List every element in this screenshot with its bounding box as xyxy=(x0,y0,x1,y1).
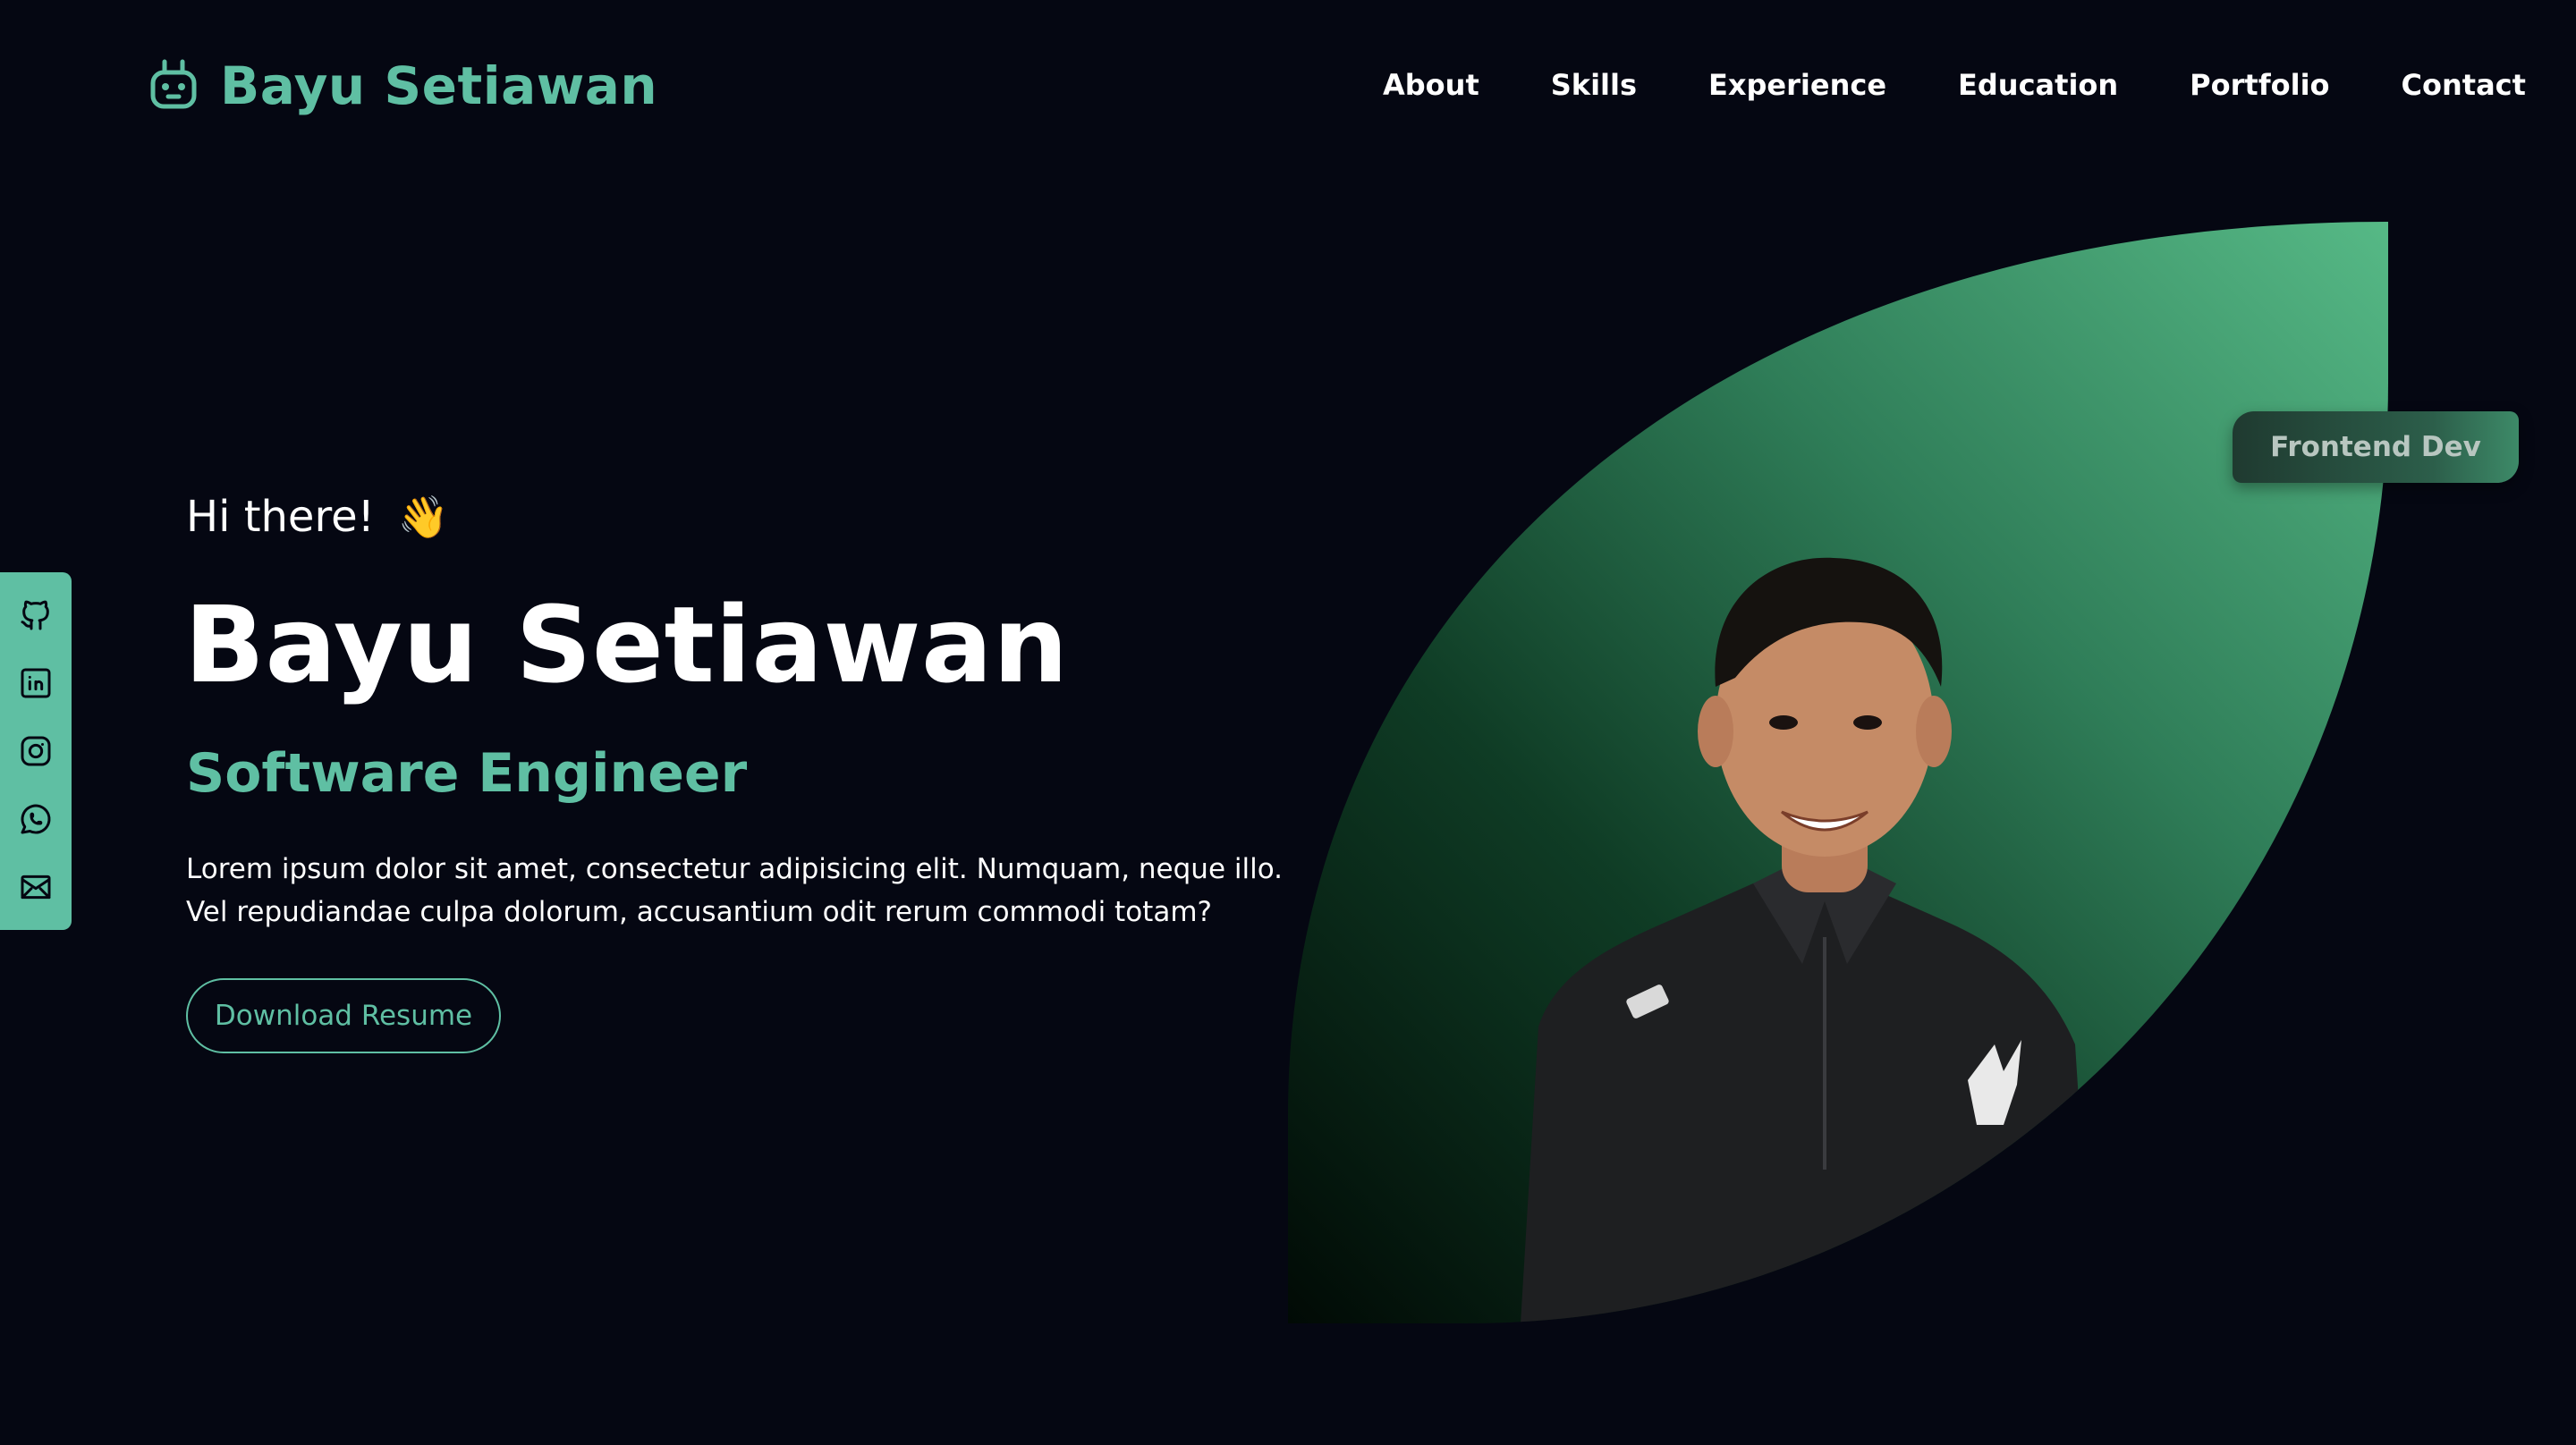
greeting: Hi there! 👋 xyxy=(186,492,449,542)
nav-experience[interactable]: Experience xyxy=(1708,68,1886,102)
github-icon xyxy=(21,600,49,630)
waving-hand-icon: 👋 xyxy=(397,492,450,541)
mail-link[interactable] xyxy=(16,867,55,907)
linkedin-icon xyxy=(21,668,51,698)
hero-role: Software Engineer xyxy=(186,742,748,805)
nav-portfolio[interactable]: Portfolio xyxy=(2190,68,2329,102)
frontend-dev-badge: Frontend Dev xyxy=(2233,411,2519,483)
leaf-portrait xyxy=(1288,222,2388,1323)
whatsapp-icon xyxy=(21,804,51,834)
brand-name: Bayu Setiawan xyxy=(220,55,658,116)
robot-icon xyxy=(150,59,197,109)
whatsapp-link[interactable] xyxy=(16,799,55,839)
github-link[interactable] xyxy=(16,596,55,635)
social-sidebar xyxy=(0,572,72,930)
nav-skills[interactable]: Skills xyxy=(1551,68,1637,102)
download-resume-button[interactable]: Download Resume xyxy=(186,978,501,1053)
mail-icon xyxy=(21,875,51,900)
nav-contact[interactable]: Contact xyxy=(2402,68,2526,102)
instagram-link[interactable] xyxy=(16,731,55,771)
nav-education[interactable]: Education xyxy=(1958,68,2118,102)
hero-name: Bayu Setiawan xyxy=(184,583,1069,706)
hero-visual xyxy=(1288,222,2388,1323)
instagram-icon xyxy=(21,736,51,766)
main-nav: About Skills Experience Education Portfo… xyxy=(1383,68,2526,102)
hero-description: Lorem ipsum dolor sit amet, consectetur … xyxy=(186,853,1283,928)
nav-about[interactable]: About xyxy=(1383,68,1479,102)
linkedin-link[interactable] xyxy=(16,663,55,703)
brand[interactable]: Bayu Setiawan xyxy=(148,55,657,116)
greeting-text: Hi there! xyxy=(186,492,375,542)
